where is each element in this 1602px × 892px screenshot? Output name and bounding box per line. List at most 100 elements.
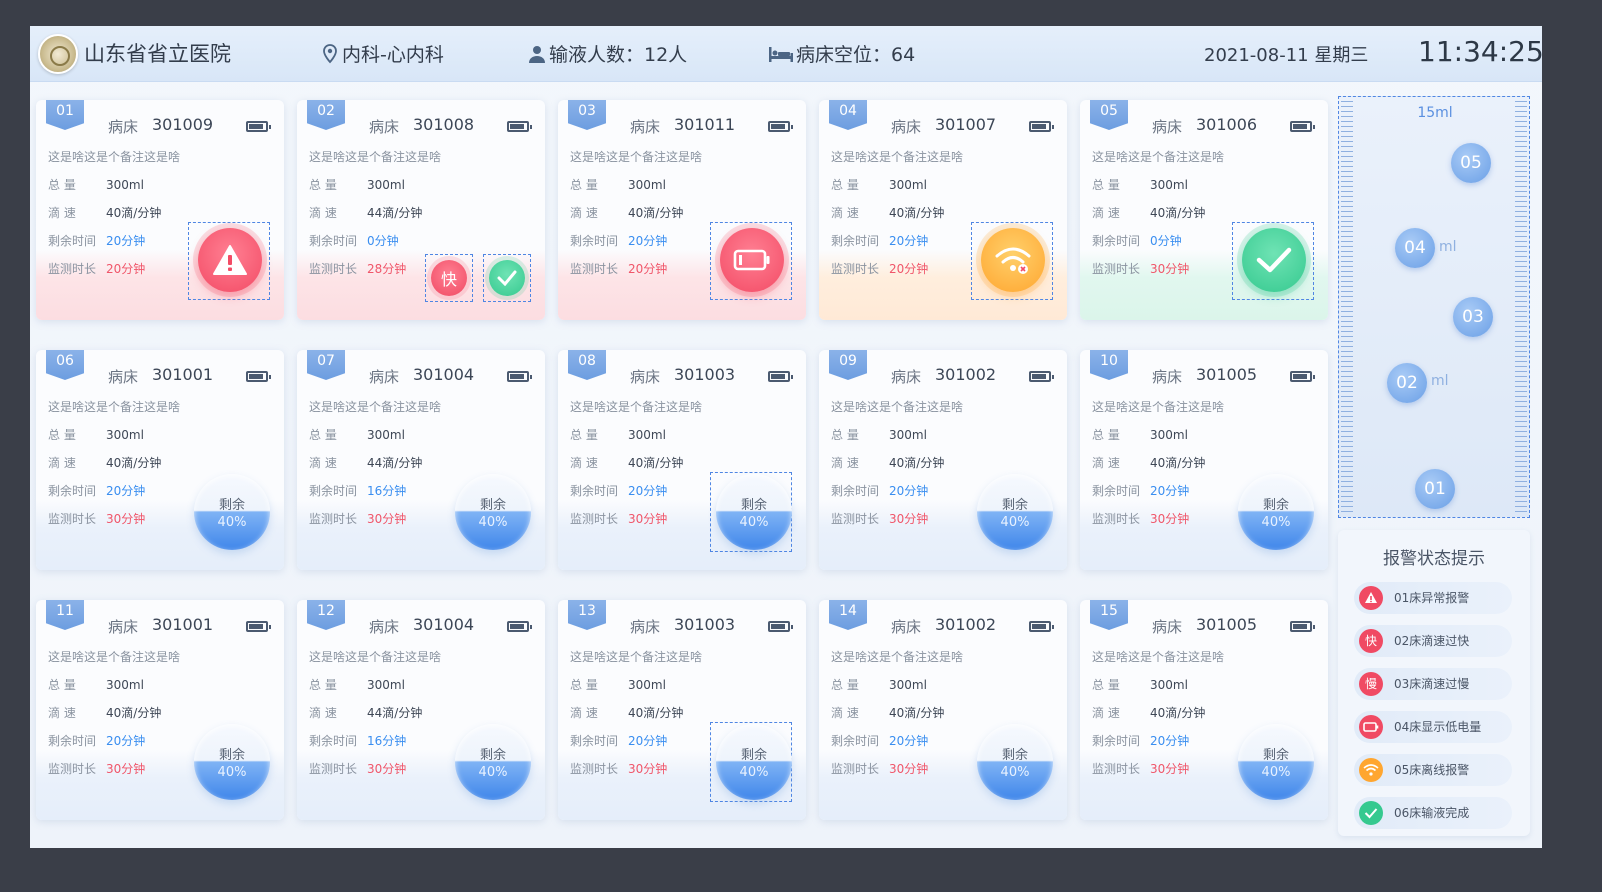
legend-item-fast[interactable]: 快 02床滴速过快 [1354,625,1512,657]
bed-card-15[interactable]: 15 病床 301005 这是啥这是个备注这是啥总 量 300ml 滴 速 40滴/分钟 剩余… [1080,600,1328,820]
monitor-time-value: 30分钟 [628,512,668,526]
remaining-gauge[interactable]: 剩余 40% [1238,474,1314,550]
department-selector[interactable]: 内科-心内科 [320,40,444,67]
remaining-gauge[interactable]: 剩余 40% [716,724,792,800]
legend-item-done[interactable]: 06床输液完成 [1354,797,1512,829]
remain-percent: 40% [478,515,508,530]
remaining-time-value: 0分钟 [1150,234,1182,248]
total-value: 300ml [367,178,405,192]
remain-percent: 40% [1261,765,1291,780]
monitor-time-value: 30分钟 [1150,512,1190,526]
bed-label: 病床 [891,368,922,386]
total-row: 总 量 300ml [309,426,405,443]
gauge-drop-03[interactable]: 03 [1453,297,1493,337]
monitor-time-label: 监测时长 [309,512,358,526]
clock-display: 11:34:25 [1418,35,1542,68]
gauge-drop-04[interactable]: 04 [1395,228,1435,268]
total-label: 总 量 [831,678,859,692]
bed-label: 病床 [891,118,922,136]
remaining-time-row: 剩余时间 20分钟 [48,232,145,249]
bed-card-06[interactable]: 06 病床 301001 这是啥这是个备注这是啥总 量 300ml 滴 速 40滴/分钟 剩余… [36,350,284,570]
battery-icon [507,371,532,382]
bed-label: 病床 [630,118,661,136]
monitor-time-row: 监测时长 30分钟 [1092,260,1189,277]
warning-icon[interactable] [198,228,262,292]
low-battery-icon[interactable] [720,228,784,292]
bed-card-05[interactable]: 05 病床 301006 这是啥这是个备注这是啥总 量 300ml 滴 速 40滴/分钟 剩余… [1080,100,1328,320]
total-label: 总 量 [570,428,598,442]
remain-label: 剩余 [479,498,506,513]
bed-card-08[interactable]: 08 病床 301003 这是啥这是个备注这是啥总 量 300ml 滴 速 40滴/分钟 剩余… [558,350,806,570]
total-label: 总 量 [570,178,598,192]
total-label: 总 量 [831,178,859,192]
card-note: 这是啥这是个备注这是啥 [570,150,703,164]
remain-percent: 40% [1261,515,1291,530]
rate-value: 40滴/分钟 [628,206,684,220]
gauge-drop-01[interactable]: 01 [1415,469,1455,509]
rate-row: 滴 速 40滴/分钟 [1092,704,1205,721]
remaining-time-row: 剩余时间 20分钟 [831,732,928,749]
card-note: 这是啥这是个备注这是啥 [831,400,964,414]
dashboard-screen: 山东省省立医院 内科-心内科 输液人数：12人 病床空位：64 2021-08-… [30,26,1542,848]
bed-card-14[interactable]: 14 病床 301002 这是啥这是个备注这是啥总 量 300ml 滴 速 40滴/分钟 剩余… [819,600,1067,820]
legend-title: 报警状态提示 [1383,549,1485,569]
empty-beds: 病床空位：64 [768,40,915,67]
card-number-tag: 04 [829,100,867,130]
rate-value: 40滴/分钟 [1150,456,1206,470]
monitor-time-label: 监测时长 [831,762,880,776]
total-value: 300ml [628,428,666,442]
remaining-gauge[interactable]: 剩余 40% [194,724,270,800]
gauge-scale-left [1341,101,1353,513]
remaining-gauge[interactable]: 剩余 40% [455,474,531,550]
bed-card-02[interactable]: 02 病床 301008 这是啥这是个备注这是啥总 量 300ml 滴 速 44滴/分钟 剩余… [297,100,545,320]
remaining-time-row: 剩余时间 16分钟 [309,482,406,499]
remaining-gauge[interactable]: 剩余 40% [455,724,531,800]
bed-label: 病床 [1152,368,1183,386]
card-note: 这是啥这是个备注这是啥 [831,150,964,164]
bed-label: 病床 [369,368,400,386]
rate-row: 滴 速 40滴/分钟 [831,454,944,471]
legend-item-abnormal[interactable]: 01床异常报警 [1354,582,1512,614]
card-number-tag: 12 [307,600,345,630]
bed-card-07[interactable]: 07 病床 301004 这是啥这是个备注这是啥总 量 300ml 滴 速 44滴/分钟 剩余… [297,350,545,570]
bed-card-13[interactable]: 13 病床 301003 这是啥这是个备注这是啥总 量 300ml 滴 速 40滴/分钟 剩余… [558,600,806,820]
bed-card-12[interactable]: 12 病床 301004 这是啥这是个备注这是啥总 量 300ml 滴 速 44滴/分钟 剩余… [297,600,545,820]
bed-number: 301002 [935,615,997,634]
rate-row: 滴 速 40滴/分钟 [831,704,944,721]
card-note: 这是啥这是个备注这是啥 [1092,150,1225,164]
confirm-button[interactable] [489,260,525,296]
bed-card-10[interactable]: 10 病床 301005 这是啥这是个备注这是啥总 量 300ml 滴 速 40滴/分钟 剩余… [1080,350,1328,570]
remaining-gauge[interactable]: 剩余 40% [716,474,792,550]
monitor-time-row: 监测时长 20分钟 [570,260,667,277]
legend-item-slow[interactable]: 慢 03床滴速过慢 [1354,668,1512,700]
legend-item-low-battery[interactable]: 04床显示低电量 [1354,711,1512,743]
check-icon[interactable] [1242,228,1306,292]
legend-item-offline[interactable]: 05床离线报警 [1354,754,1512,786]
remaining-gauge[interactable]: 剩余 40% [977,474,1053,550]
wifi-off-icon[interactable] [981,228,1045,292]
fast-drip-button[interactable]: 快 [431,260,467,296]
rate-label: 滴 速 [1092,706,1120,720]
rate-value: 40滴/分钟 [889,206,945,220]
rate-label: 滴 速 [48,206,76,220]
bed-number: 301005 [1196,365,1258,384]
monitor-time-row: 监测时长 20分钟 [48,260,145,277]
bed-label: 病床 [108,618,139,636]
bed-card-11[interactable]: 11 病床 301001 这是啥这是个备注这是啥总 量 300ml 滴 速 40滴/分钟 剩余… [36,600,284,820]
rate-row: 滴 速 44滴/分钟 [309,704,422,721]
gauge-drop-02[interactable]: 02 [1387,363,1427,403]
remaining-gauge[interactable]: 剩余 40% [194,474,270,550]
battery-icon [768,121,793,132]
gauge-drop-05[interactable]: 05 [1451,143,1491,183]
bed-number: 301002 [935,365,997,384]
remaining-gauge[interactable]: 剩余 40% [977,724,1053,800]
remaining-time-value: 20分钟 [106,234,146,248]
bed-card-04[interactable]: 04 病床 301007 这是啥这是个备注这是啥总 量 300ml 滴 速 40滴/分钟 剩余… [819,100,1067,320]
battery-icon [1029,371,1054,382]
remaining-gauge[interactable]: 剩余 40% [1238,724,1314,800]
remaining-time-value: 20分钟 [1150,484,1190,498]
bed-card-01[interactable]: 01 病床 301009 这是啥这是个备注这是啥总 量 300ml 滴 速 40滴/分钟 剩余… [36,100,284,320]
bed-card-09[interactable]: 09 病床 301002 这是啥这是个备注这是啥总 量 300ml 滴 速 40滴/分钟 剩余… [819,350,1067,570]
total-row: 总 量 300ml [831,676,927,693]
bed-card-03[interactable]: 03 病床 301011 这是啥这是个备注这是啥总 量 300ml 滴 速 40滴/分钟 剩余… [558,100,806,320]
